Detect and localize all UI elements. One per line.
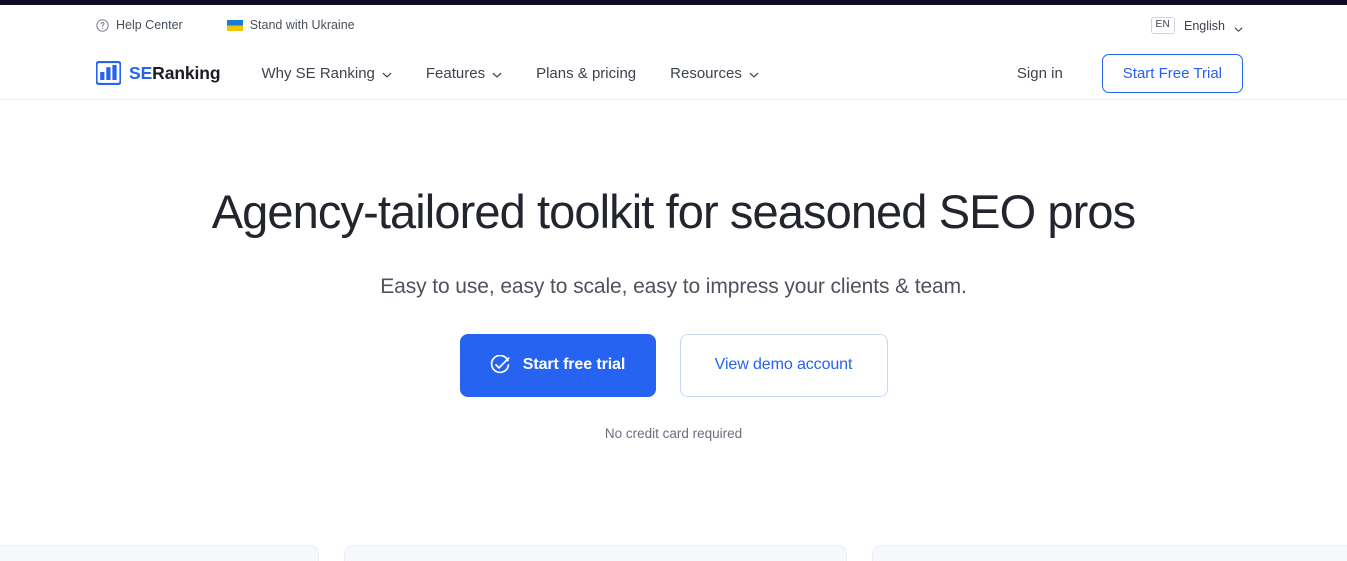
sign-in-link[interactable]: Sign in (1017, 65, 1063, 82)
start-free-trial-label: Start free trial (522, 356, 626, 374)
logo-wordmark: SERanking (129, 63, 221, 84)
logo-se-text: SE (129, 62, 153, 83)
chevron-down-icon (492, 68, 502, 78)
chevron-down-icon (382, 68, 392, 78)
chevron-down-icon (1234, 21, 1243, 32)
feature-card-preview-1[interactable] (0, 545, 319, 561)
nav-item-resources[interactable]: Resources (670, 66, 759, 81)
logo-ranking-text: Ranking (152, 62, 221, 83)
hero-cta-group: Start free trial View demo account (0, 333, 1347, 397)
check-circle-icon (490, 354, 510, 375)
start-free-trial-button[interactable]: Start free trial (459, 333, 656, 397)
help-center-label: Help Center (116, 18, 183, 33)
question-circle-icon (96, 19, 109, 32)
bar-chart-logo-icon (95, 60, 122, 86)
chevron-down-icon (749, 68, 759, 78)
stand-with-ukraine-label: Stand with Ukraine (249, 18, 355, 33)
nav-label-features: Features (425, 64, 486, 82)
primary-navigation: Why SE Ranking Features Plans & pricing (262, 66, 759, 81)
utility-links: Help Center Stand with Ukraine (96, 19, 355, 32)
se-ranking-logo[interactable]: SERanking (95, 60, 221, 86)
view-demo-account-button[interactable]: View demo account (679, 333, 888, 397)
nav-label-why-se-ranking: Why SE Ranking (261, 64, 375, 82)
feature-card-preview-2[interactable] (343, 545, 847, 561)
nav-item-plans-pricing[interactable]: Plans & pricing (536, 66, 636, 81)
ukraine-flag-icon (226, 20, 243, 31)
feature-cards-preview (0, 545, 1347, 561)
feature-card-preview-3[interactable] (871, 545, 1347, 561)
nav-label-resources: Resources (670, 64, 742, 82)
header-actions: Sign in Start Free Trial (1017, 53, 1243, 93)
language-selector[interactable]: EN English (1150, 17, 1244, 34)
nav-item-features[interactable]: Features (426, 66, 502, 81)
nav-label-plans-pricing: Plans & pricing (536, 64, 637, 82)
no-credit-card-note: No credit card required (604, 425, 743, 441)
utility-bar: Help Center Stand with Ukraine EN Englis… (0, 5, 1347, 46)
hero-subtitle: Easy to use, easy to scale, easy to impr… (380, 274, 967, 298)
main-header: SERanking Why SE Ranking Features Plans … (0, 46, 1347, 100)
view-demo-account-label: View demo account (714, 356, 853, 374)
page-root: Help Center Stand with Ukraine EN Englis… (0, 0, 1347, 561)
hero-section: Agency-tailored toolkit for seasoned SEO… (0, 100, 1347, 441)
help-center-link[interactable]: Help Center (96, 19, 183, 32)
language-name-label: English (1184, 18, 1225, 33)
stand-with-ukraine-link[interactable]: Stand with Ukraine (226, 18, 355, 33)
language-code-badge: EN (1150, 17, 1175, 34)
nav-item-why-se-ranking[interactable]: Why SE Ranking (262, 66, 392, 81)
start-free-trial-header-button[interactable]: Start Free Trial (1101, 53, 1243, 93)
page-title: Agency-tailored toolkit for seasoned SEO… (211, 185, 1136, 238)
